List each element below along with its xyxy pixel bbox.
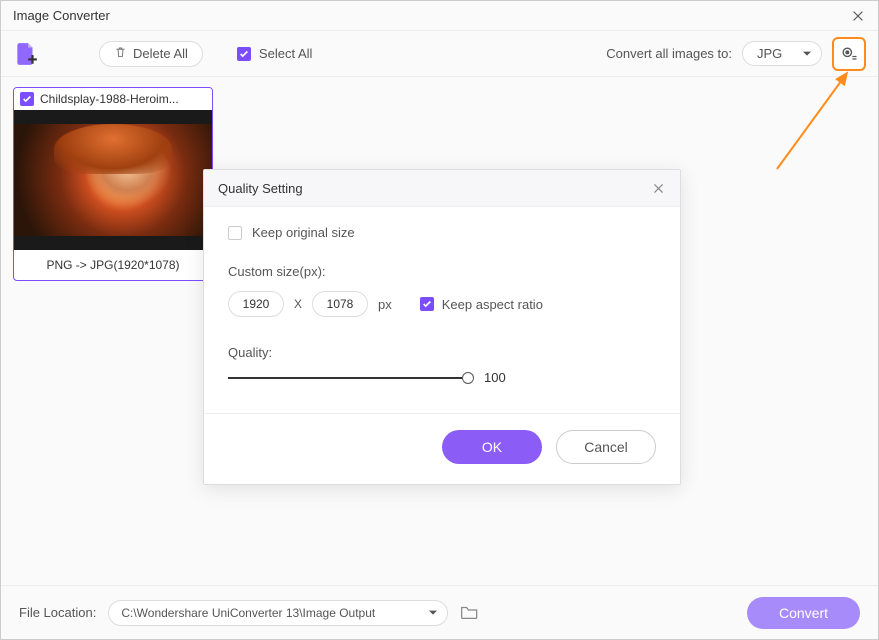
file-location-label: File Location: <box>19 605 96 620</box>
dialog-title: Quality Setting <box>218 181 303 196</box>
format-selected-value: JPG <box>757 46 782 61</box>
dialog-header: Quality Setting <box>204 170 680 207</box>
titlebar: Image Converter <box>1 1 878 31</box>
keep-original-checkbox[interactable] <box>228 226 242 240</box>
footer: File Location: C:\Wondershare UniConvert… <box>1 585 878 639</box>
height-input[interactable] <box>312 291 368 317</box>
image-card[interactable]: Childsplay-1988-Heroim... PNG -> JPG(192… <box>13 87 213 281</box>
format-select[interactable]: JPG <box>742 41 822 66</box>
settings-gear-icon <box>839 44 859 64</box>
card-conversion-label: PNG -> JPG(1920*1078) <box>14 250 212 280</box>
file-location-select[interactable]: C:\Wondershare UniConverter 13\Image Out… <box>108 600 448 626</box>
checkbox-checked-icon <box>237 47 251 61</box>
width-input[interactable] <box>228 291 284 317</box>
ok-button[interactable]: OK <box>442 430 542 464</box>
delete-all-button[interactable]: Delete All <box>99 41 203 67</box>
toolbar: Delete All Select All Convert all images… <box>1 31 878 77</box>
quality-setting-dialog: Quality Setting Keep original size Custo… <box>203 169 681 485</box>
keep-original-label: Keep original size <box>252 225 355 240</box>
open-folder-icon[interactable] <box>460 604 482 622</box>
quality-slider[interactable] <box>228 377 468 379</box>
card-header: Childsplay-1988-Heroim... <box>14 88 212 110</box>
keep-aspect-checkbox[interactable] <box>420 297 434 311</box>
slider-handle-icon[interactable] <box>462 372 474 384</box>
card-checkbox[interactable] <box>20 92 34 106</box>
close-icon[interactable] <box>850 8 866 24</box>
card-filename: Childsplay-1988-Heroim... <box>40 92 179 106</box>
quality-value: 100 <box>484 370 506 385</box>
dimension-separator: X <box>294 297 302 311</box>
add-file-icon[interactable] <box>13 41 39 67</box>
convert-to-label: Convert all images to: <box>606 46 732 61</box>
dialog-close-icon[interactable] <box>650 180 666 196</box>
quality-settings-button[interactable] <box>832 37 866 71</box>
delete-all-label: Delete All <box>133 46 188 61</box>
px-unit-label: px <box>378 297 392 312</box>
trash-icon <box>114 46 127 62</box>
quality-label: Quality: <box>228 345 656 360</box>
select-all-checkbox[interactable]: Select All <box>237 46 312 61</box>
app-title: Image Converter <box>13 8 110 23</box>
card-thumbnail <box>14 110 212 250</box>
convert-button[interactable]: Convert <box>747 597 860 629</box>
cancel-button[interactable]: Cancel <box>556 430 656 464</box>
keep-aspect-label: Keep aspect ratio <box>442 297 543 312</box>
file-location-path: C:\Wondershare UniConverter 13\Image Out… <box>121 606 375 620</box>
select-all-label: Select All <box>259 46 312 61</box>
custom-size-label: Custom size(px): <box>228 264 656 279</box>
